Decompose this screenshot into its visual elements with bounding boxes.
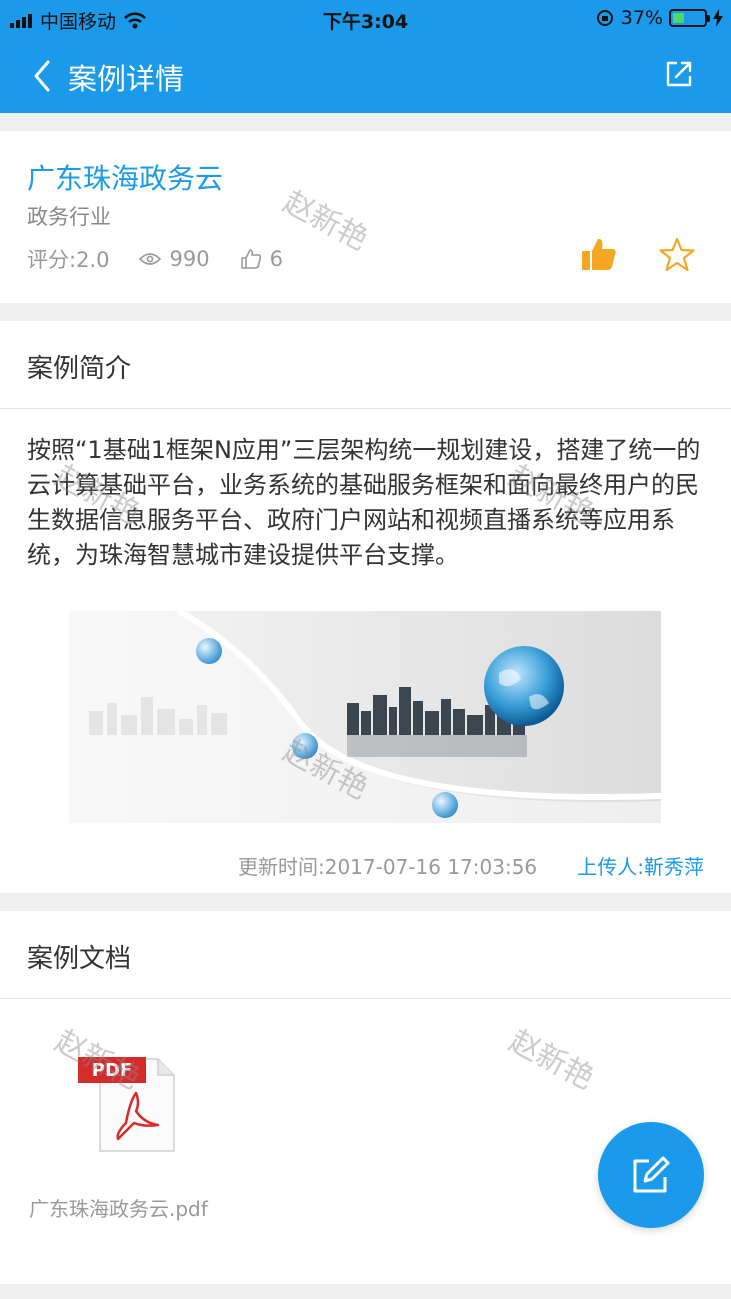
likes-count: 6 [269,247,283,271]
docs-heading: 案例文档 [27,944,132,974]
section-header: 案例文档 [0,911,731,999]
case-industry: 政务行业 [27,205,111,229]
uploader-link[interactable]: 上传人:靳秀萍 [577,851,704,880]
update-time: 更新时间:2017-07-16 17:03:56 [238,855,538,879]
like-button[interactable] [580,235,618,273]
edit-icon [633,1156,670,1193]
page-title: 案例详情 [68,62,185,96]
intro-heading: 案例简介 [27,354,132,384]
case-info-card: 广东珠海政务云 政务行业 评分:2.0 990 6 [0,131,731,303]
case-stats: 评分:2.0 990 6 [27,244,283,274]
views-count: 990 [169,247,210,271]
case-banner-image [69,611,661,823]
orientation-lock-icon [596,10,613,26]
file-name[interactable]: 广东珠海政务云.pdf [29,1193,208,1222]
edit-fab-button[interactable] [598,1122,704,1228]
pdf-file-icon[interactable]: PDF [78,1053,178,1153]
docs-card: 案例文档 PDF 广东珠海政务云.pdf [0,911,731,1284]
intro-text: 按照“1基础1框架N应用”三层架构统一规划建设，搭建了统一的云计算基础平台，业务… [27,436,701,569]
favorite-star-icon[interactable] [658,237,696,273]
nav-bar: 案例详情 [0,38,731,113]
section-header: 案例简介 [0,321,731,409]
rating-label: 评分:2.0 [27,248,110,272]
status-bar: 中国移动 下午3:04 37% [0,0,731,38]
share-icon[interactable] [663,58,695,90]
eye-icon [139,253,162,265]
charging-icon [713,9,723,27]
battery-percent: 37% [620,7,663,29]
thumbs-up-outline-icon [240,249,261,269]
battery-icon [669,9,710,27]
pdf-badge-text: PDF [92,1060,132,1081]
intro-card: 案例简介 按照“1基础1框架N应用”三层架构统一规划建设，搭建了统一的云计算基础… [0,321,731,893]
chevron-left-icon[interactable] [28,56,58,96]
case-title: 广东珠海政务云 [27,162,224,195]
